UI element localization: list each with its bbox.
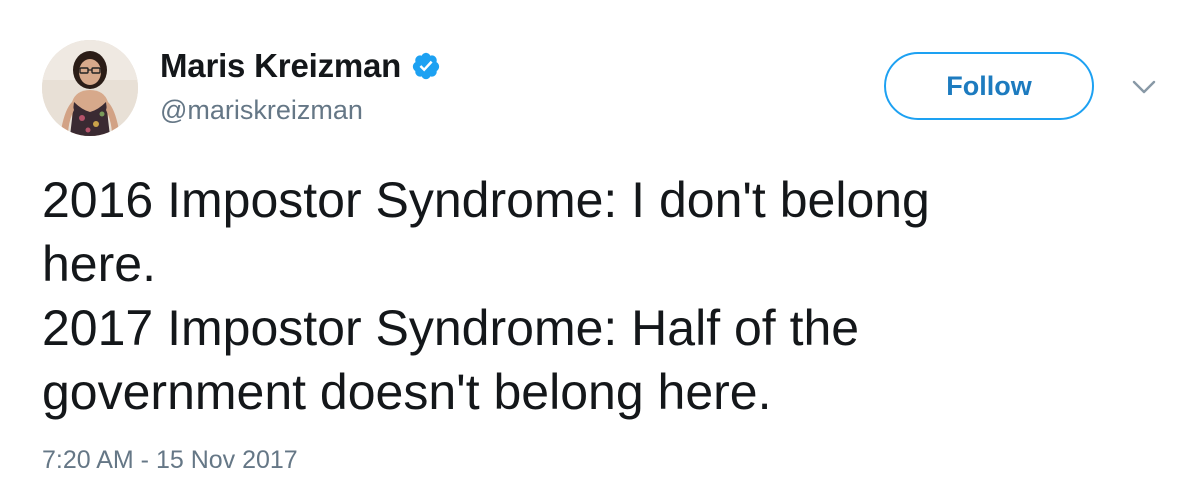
verified-badge-icon [412, 52, 440, 80]
tweet-text-line: 2017 Impostor Syndrome: Half of the [42, 300, 860, 356]
tweet-text-line: government doesn't belong here. [42, 364, 772, 420]
author-handle[interactable]: @mariskreizman [160, 95, 363, 126]
author-display-name[interactable]: Maris Kreizman [160, 47, 401, 85]
tweet-text-line: here. [42, 236, 156, 292]
follow-button[interactable]: Follow [884, 52, 1094, 120]
chevron-down-icon[interactable] [1128, 76, 1160, 98]
user-avatar-icon [42, 40, 138, 136]
tweet-timestamp[interactable]: 7:20 AM - 15 Nov 2017 [42, 446, 298, 475]
avatar[interactable] [42, 40, 138, 136]
author-name-row[interactable]: Maris Kreizman [160, 45, 441, 87]
tweet-text-line: 2016 Impostor Syndrome: I don't belong [42, 172, 930, 228]
tweet-text: 2016 Impostor Syndrome: I don't belong h… [42, 168, 1162, 424]
tweet-card: Maris Kreizman @mariskreizman Follow 201… [0, 0, 1200, 504]
